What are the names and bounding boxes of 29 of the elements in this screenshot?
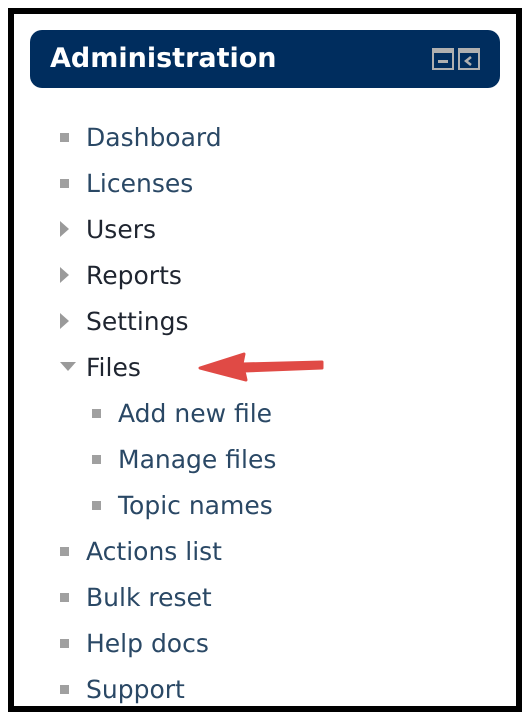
collapsed-triangle-icon[interactable]: [60, 313, 70, 329]
bullet-icon: [60, 132, 69, 142]
bullet-icon: [60, 178, 69, 188]
collapsed-triangle-icon[interactable]: [60, 221, 70, 237]
menu-link[interactable]: Users: [86, 216, 156, 242]
bullet-icon: [92, 408, 101, 418]
bullet-icon: [60, 684, 69, 694]
menu-link[interactable]: Settings: [86, 308, 189, 334]
block-title: Administration: [50, 42, 277, 76]
menu-link[interactable]: Manage files: [118, 446, 276, 472]
bullet-icon: [60, 592, 69, 602]
bullet-icon: [92, 454, 101, 464]
bullet-icon: [60, 546, 69, 556]
menu-link[interactable]: Bulk reset: [86, 584, 212, 610]
menu-link[interactable]: Dashboard: [86, 124, 222, 150]
bullet-icon: [60, 638, 69, 648]
expanded-triangle-icon[interactable]: [60, 362, 76, 372]
dock-icon[interactable]: [458, 48, 480, 70]
collapsed-triangle-icon[interactable]: [60, 267, 70, 283]
minimize-icon[interactable]: [432, 48, 454, 70]
menu-link[interactable]: Topic names: [118, 492, 273, 518]
menu-link[interactable]: Support: [86, 676, 185, 702]
menu-link[interactable]: Actions list: [86, 538, 222, 564]
menu-link[interactable]: Add new file: [118, 400, 272, 426]
bullet-icon: [92, 500, 101, 510]
menu-link[interactable]: Help docs: [86, 630, 209, 656]
menu-link[interactable]: Files: [86, 354, 141, 380]
menu-link[interactable]: Licenses: [86, 170, 194, 196]
menu-link[interactable]: Reports: [86, 262, 182, 288]
